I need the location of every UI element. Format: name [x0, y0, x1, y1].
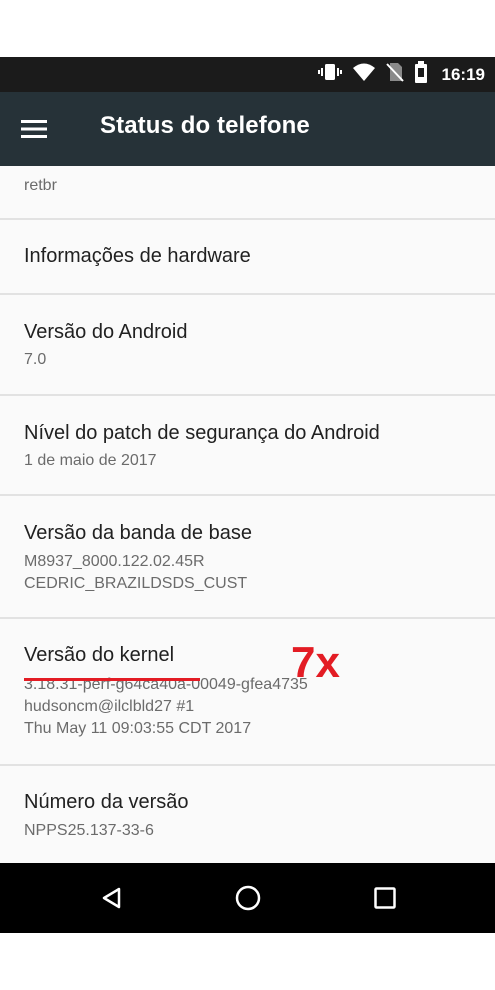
- home-icon: [235, 885, 261, 911]
- list-item-subtitle: NPPS25.137-33-6: [24, 822, 154, 839]
- clock: 16:19: [441, 64, 485, 84]
- list-item-android-version[interactable]: Versão do Android 7.0: [0, 295, 495, 396]
- recents-button[interactable]: [365, 878, 405, 918]
- list-item-title: Versão do Android: [24, 321, 188, 343]
- list-item-hardware-info[interactable]: Informações de hardware: [0, 220, 495, 295]
- list-item-title: Versão do kernel: [24, 644, 175, 666]
- list-item-model[interactable]: retbr: [0, 166, 495, 220]
- back-button[interactable]: [92, 878, 132, 918]
- status-icons: 16:19: [317, 57, 485, 92]
- list-item-subtitle-line: Thu May 11 09:03:55 CDT 2017: [24, 720, 252, 737]
- back-icon: [102, 887, 121, 909]
- battery-icon: [414, 61, 428, 88]
- list-item-subtitle-line: M8937_8000.122.02.45R: [24, 553, 205, 570]
- no-sim-icon: [385, 62, 404, 87]
- list-item-subtitle-line: hudsoncm@ilclbld27 #1: [24, 698, 195, 715]
- wifi-icon: [352, 62, 376, 87]
- settings-list[interactable]: retbr Informações de hardware Versão do …: [0, 166, 495, 863]
- list-item-kernel-version[interactable]: Versão do kernel 3.18.31-perf-g64ca40a-0…: [0, 619, 495, 766]
- list-item-security-patch[interactable]: Nível do patch de segurança do Android 1…: [0, 396, 495, 496]
- list-item-title: Número da versão: [24, 791, 189, 813]
- navigation-bar: [0, 863, 495, 933]
- list-item-subtitle: 1 de maio de 2017: [24, 452, 157, 469]
- app-bar: Status do telefone: [0, 92, 495, 166]
- list-item-baseband-version[interactable]: Versão da banda de base M8937_8000.122.0…: [0, 496, 495, 619]
- recents-icon: [374, 887, 396, 909]
- build-number-underline: [24, 678, 200, 681]
- vibrate-icon: [317, 62, 342, 87]
- menu-button[interactable]: [14, 109, 54, 149]
- list-item-title: Versão da banda de base: [24, 522, 252, 544]
- list-item-title: Informações de hardware: [24, 245, 251, 267]
- list-item-subtitle: retbr: [24, 177, 57, 194]
- list-item-build-number[interactable]: Número da versão NPPS25.137-33-6: [0, 766, 495, 863]
- home-button[interactable]: [228, 878, 268, 918]
- tap-count-annotation: 7x: [291, 638, 340, 687]
- list-item-subtitle-line: CEDRIC_BRAZILDSDS_CUST: [24, 575, 248, 592]
- page-title: Status do telefone: [100, 112, 310, 139]
- list-item-subtitle: 7.0: [24, 351, 47, 368]
- status-bar: 16:19: [0, 57, 495, 92]
- menu-icon: [21, 120, 47, 138]
- list-item-title: Nível do patch de segurança do Android: [24, 422, 380, 444]
